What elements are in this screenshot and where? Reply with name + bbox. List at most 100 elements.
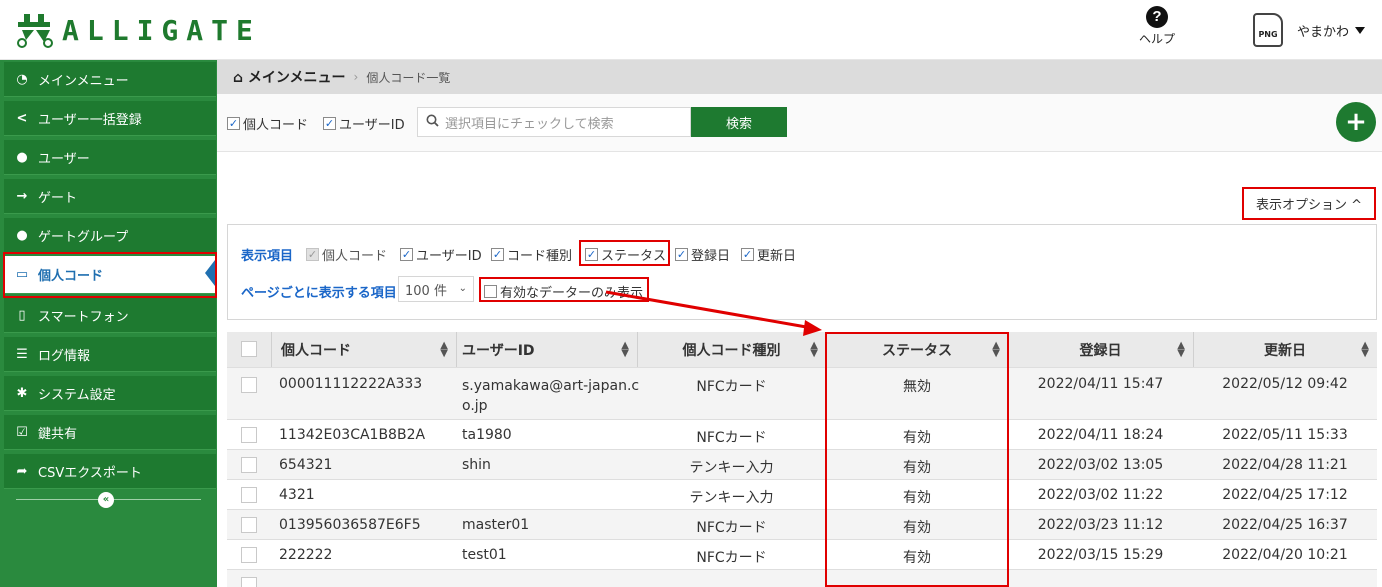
sidebar-item-label: ゲートグループ	[38, 229, 129, 245]
display-item-label: 登録日	[691, 249, 731, 264]
sidebar-item-gate-groups[interactable]: ● ゲートグループ	[4, 218, 216, 253]
search-button[interactable]: 検索	[691, 107, 787, 137]
alligate-logo-icon	[14, 12, 56, 48]
breadcrumb-separator: ›	[353, 70, 359, 84]
phone-icon: ▯	[18, 307, 26, 323]
logo-text: ALLIGATE	[62, 13, 261, 47]
avatar: PNG	[1253, 13, 1283, 47]
column-label: 個人コード	[281, 342, 351, 359]
search-bar: ✓ 個人コード ✓ ユーザーID 選択項目にチェックして検索 検索	[217, 94, 1382, 152]
breadcrumb-home-label: メインメニュー	[247, 70, 346, 86]
display-options-toggle[interactable]: 表示オプション ^	[1242, 187, 1376, 220]
sidebar-item-label: ユーザー	[38, 151, 90, 167]
table-row[interactable]: 654321 shin テンキー入力 有効 2022/03/02 13:05 2…	[227, 450, 1377, 480]
status-column-highlight	[825, 332, 1009, 587]
sort-icon: ▲ ▼	[810, 340, 818, 359]
sidebar-item-logs[interactable]: ☰ ログ情報	[4, 337, 216, 372]
table-row[interactable]	[227, 570, 1377, 587]
row-checkbox[interactable]	[241, 570, 261, 587]
sidebar-item-label: スマートフォン	[38, 309, 129, 325]
sidebar-item-main-menu[interactable]: ◔ メインメニュー	[4, 62, 216, 97]
active-item-highlight	[3, 252, 217, 298]
checkbox-checked-icon: ✓	[675, 248, 688, 261]
check-square-icon: ☑	[16, 424, 28, 440]
table-row[interactable]: 000011112222A333 s.yamakawa@art-japan.c …	[227, 368, 1377, 420]
breadcrumb-current: 個人コード一覧	[366, 70, 451, 85]
sidebar-item-label: ユーザー一括登録	[38, 112, 142, 128]
checkbox-checked-icon: ✓	[323, 117, 336, 130]
column-label: 個人コード種別	[682, 342, 781, 359]
user-menu[interactable]: PNG やまかわ	[1253, 13, 1366, 47]
cell-user-id-line1: s.yamakawa@art-japan.c	[462, 378, 640, 394]
display-item-personal-code: ✓ 個人コード	[306, 245, 387, 264]
row-checkbox[interactable]	[241, 450, 261, 479]
row-checkbox[interactable]	[241, 540, 261, 569]
display-item-updated-date[interactable]: ✓ 更新日	[741, 245, 796, 264]
sidebar-item-users[interactable]: ● ユーザー	[4, 140, 216, 175]
sidebar-item-csv-export[interactable]: ➦ CSVエクスポート	[4, 454, 216, 489]
row-checkbox[interactable]	[241, 420, 261, 449]
checkbox-checked-icon: ✓	[400, 248, 413, 261]
help-button[interactable]: ? ヘルプ	[1135, 6, 1179, 47]
display-item-label: コード種別	[507, 249, 573, 264]
share-arrow-icon: ➦	[16, 463, 28, 479]
sidebar-item-system-settings[interactable]: ✱ システム設定	[4, 376, 216, 411]
table-row[interactable]: 013956036587E6F5 master01 NFCカード 有効 2022…	[227, 510, 1377, 540]
checkbox-checked-icon: ✓	[227, 117, 240, 130]
sort-icon: ▲ ▼	[621, 340, 629, 359]
column-label: 登録日	[1079, 342, 1122, 359]
username: やまかわ	[1297, 24, 1350, 40]
sidebar-item-key-sharing[interactable]: ☑ 鍵共有	[4, 415, 216, 450]
collapse-sidebar-button[interactable]: «	[98, 492, 114, 508]
row-checkbox[interactable]	[241, 510, 261, 539]
display-item-registered-date[interactable]: ✓ 登録日	[675, 245, 730, 264]
sidebar-item-smartphone[interactable]: ▯ スマートフォン	[4, 298, 216, 333]
list-icon: ☰	[16, 346, 28, 362]
question-icon: ?	[1146, 6, 1168, 28]
table-row[interactable]: 4321 テンキー入力 有効 2022/03/02 11:22 2022/04/…	[227, 480, 1377, 510]
caret-down-icon	[1355, 26, 1366, 34]
personal-code-table: 個人コード ▲ ▼ ユーザーID ▲ ▼ 個人コード種別 ▲ ▼ ステータス ▲ ▼ 登…	[227, 332, 1377, 587]
search-filter-personal-code[interactable]: ✓ 個人コード	[227, 114, 308, 133]
column-header-updated-date[interactable]: 更新日 ▲ ▼	[1193, 332, 1377, 367]
search-filter-label: ユーザーID	[339, 118, 405, 133]
display-item-code-type[interactable]: ✓ コード種別	[491, 245, 572, 264]
column-header-registered-date[interactable]: 登録日 ▲ ▼	[1008, 332, 1193, 367]
table-row[interactable]: 11342E03CA1B8B2A ta1980 NFCカード 有効 2022/0…	[227, 420, 1377, 450]
column-header-code-type[interactable]: 個人コード種別 ▲ ▼	[637, 332, 826, 367]
select-all-checkbox[interactable]	[241, 332, 261, 367]
row-checkbox[interactable]	[241, 480, 261, 509]
search-input[interactable]: 選択項目にチェックして検索	[417, 107, 691, 137]
cell-user-id-line2: o.jp	[462, 398, 488, 414]
search-filter-user-id[interactable]: ✓ ユーザーID	[323, 114, 405, 133]
display-items-label: 表示項目	[241, 249, 294, 264]
add-button[interactable]: +	[1336, 102, 1376, 142]
checkbox-checked-icon: ✓	[491, 248, 504, 261]
per-page-select[interactable]: 100 件 ⌄	[398, 276, 474, 302]
gear-icon: ✱	[16, 385, 28, 401]
row-checkbox[interactable]	[241, 368, 261, 419]
sort-icon: ▲ ▼	[1361, 340, 1369, 359]
avatar-text: PNG	[1258, 30, 1278, 39]
share-icon: <	[16, 110, 28, 126]
sidebar-item-label: ゲート	[38, 190, 78, 206]
sidebar-item-label: システム設定	[38, 387, 116, 403]
app-header: ALLIGATE ? ヘルプ PNG やまかわ	[0, 0, 1382, 60]
display-options-panel: 表示項目 ✓ 個人コード ✓ ユーザーID ✓ コード種別 ✓ ステータス ✓ …	[227, 224, 1377, 320]
active-indicator	[205, 260, 215, 286]
display-item-label: 更新日	[757, 249, 797, 264]
breadcrumb-home[interactable]: ⌂ メインメニュー	[233, 67, 346, 87]
chevron-down-icon: ⌄	[458, 283, 467, 294]
column-header-personal-code[interactable]: 個人コード ▲ ▼	[281, 332, 456, 367]
search-filter-label: 個人コード	[243, 118, 309, 133]
valid-only-highlight	[479, 277, 649, 302]
column-header-user-id[interactable]: ユーザーID ▲ ▼	[462, 332, 637, 367]
sidebar-item-bulk-user-registration[interactable]: < ユーザー一括登録	[4, 101, 216, 136]
plus-icon: +	[1345, 107, 1367, 137]
search-icon	[426, 114, 439, 131]
table-row[interactable]: 222222 test01 NFCカード 有効 2022/03/15 15:29…	[227, 540, 1377, 570]
display-item-user-id[interactable]: ✓ ユーザーID	[400, 245, 482, 264]
sign-in-icon: →	[16, 188, 28, 204]
sidebar-item-gates[interactable]: → ゲート	[4, 179, 216, 214]
logo[interactable]: ALLIGATE	[14, 10, 261, 50]
